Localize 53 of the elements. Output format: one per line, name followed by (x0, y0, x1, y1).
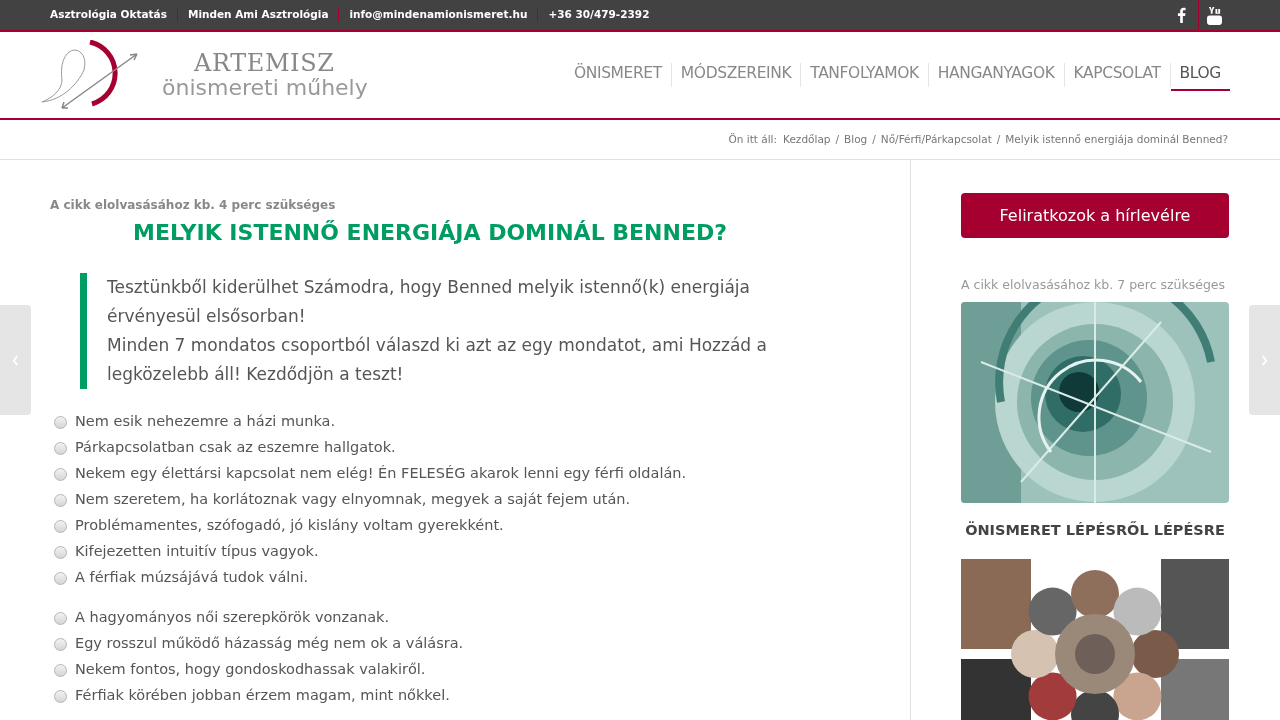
reading-time: A cikk elolvasásához kb. 7 perc szükséges (961, 276, 1227, 294)
radio-button[interactable] (54, 493, 67, 507)
logo-subtitle: önismereti műhely (162, 77, 368, 99)
option-label: Nem esik nehezemre a házi munka. (75, 412, 336, 432)
nav-item[interactable]: BLOG (1170, 59, 1230, 91)
intro-paragraph: Minden 7 mondatos csoportból válaszd ki azt az egy mondatot, ami Hozzád a legközelebb áll! Kezdődjön a teszt! (107, 334, 768, 386)
breadcrumb-link[interactable]: Blog (844, 131, 868, 148)
option-label: Férfiak körében jobban érzem magam, mint nőkkel. (75, 686, 450, 706)
breadcrumb-link[interactable]: Nő/Férfi/Párkapcsolat (880, 131, 992, 148)
subscribe-button[interactable]: Feliratkozok a hírlevélre (961, 193, 1229, 238)
reading-time: A cikk elolvasásához kb. 4 perc szükséges (50, 197, 337, 214)
radio-button[interactable] (54, 441, 67, 455)
breadcrumb-separator: / (835, 131, 840, 147)
option-label: A férfiak múzsájává tudok válni. (75, 568, 309, 588)
chevron-right-icon (1261, 354, 1268, 366)
facebook-icon[interactable] (1177, 7, 1186, 23)
option-label: Problémamentes, szófogadó, jó kislány voltam gyerekként. (75, 516, 504, 536)
radio-button[interactable] (54, 519, 67, 533)
nav-item[interactable]: HANGANYAGOK (928, 59, 1064, 91)
top-bar-link[interactable]: Minden Ami Asztrológia (187, 7, 329, 23)
breadcrumb-separator: / (872, 131, 876, 147)
nav-item[interactable]: ÖNISMERET (564, 59, 671, 91)
radio-button[interactable] (54, 415, 67, 429)
option-label: Párkapcsolatban csak az eszemre hallgatok. (75, 438, 396, 458)
option-label: Egy rosszul működő házasság még nem ok a válásra. (75, 634, 464, 654)
option-label: Nekem egy élettársi kapcsolat nem elég! Én FELESÉG akarok lenni egy férfi oldalán. (75, 464, 687, 484)
radio-button[interactable] (54, 467, 67, 481)
chevron-left-icon (12, 354, 19, 366)
option-label: Nekem fontos, hogy gondoskodhassak valakiről. (75, 660, 426, 680)
radio-button[interactable] (54, 571, 67, 585)
breadcrumb-separator: / (996, 131, 1001, 147)
option-label: A hagyományos női szerepkörök vonzanak. (75, 608, 390, 628)
radio-button[interactable] (54, 545, 67, 559)
intro-paragraph: Tesztünkből kiderülhet Számodra, hogy Benned melyik istennő(k) energiája érvényesül elsősorban! (107, 276, 751, 328)
nav-item[interactable]: TANFOLYAMOK (801, 59, 928, 91)
top-bar-link[interactable]: +36 30/479-2392 (548, 7, 650, 23)
nav-item[interactable]: KAPCSOLAT (1064, 59, 1170, 91)
nav-item[interactable]: MÓDSZEREINK (671, 59, 801, 91)
youtube-icon[interactable] (1207, 5, 1222, 25)
radio-button[interactable] (54, 663, 67, 677)
breadcrumb-link[interactable]: Kezdőlap (783, 131, 831, 148)
top-bar-link[interactable]: info@mindenamionismeret.hu (349, 7, 528, 23)
radio-button[interactable] (54, 689, 67, 703)
option-label: Nem szeretem, ha korlátoznak vagy elnyomnak, megyek a saját fejem után. (75, 490, 631, 510)
radio-button[interactable] (54, 611, 67, 625)
article-title: MELYIK ISTENNŐ ENERGIÁJA DOMINÁL BENNED? (132, 219, 728, 247)
logo-title: ARTEMISZ (193, 51, 336, 75)
breadcrumb-link[interactable]: Melyik istennő energiája dominál Benned? (1005, 131, 1228, 148)
widget-heading: ÖNISMERET LÉPÉSRŐL LÉPÉSRE (964, 520, 1226, 540)
breadcrumb-prefix: Ön itt áll: (728, 131, 778, 147)
option-label: Kifejezetten intuitív típus vagyok. (75, 542, 319, 562)
top-bar-link[interactable]: Asztrológia Oktatás (50, 7, 167, 23)
radio-button[interactable] (54, 637, 67, 651)
